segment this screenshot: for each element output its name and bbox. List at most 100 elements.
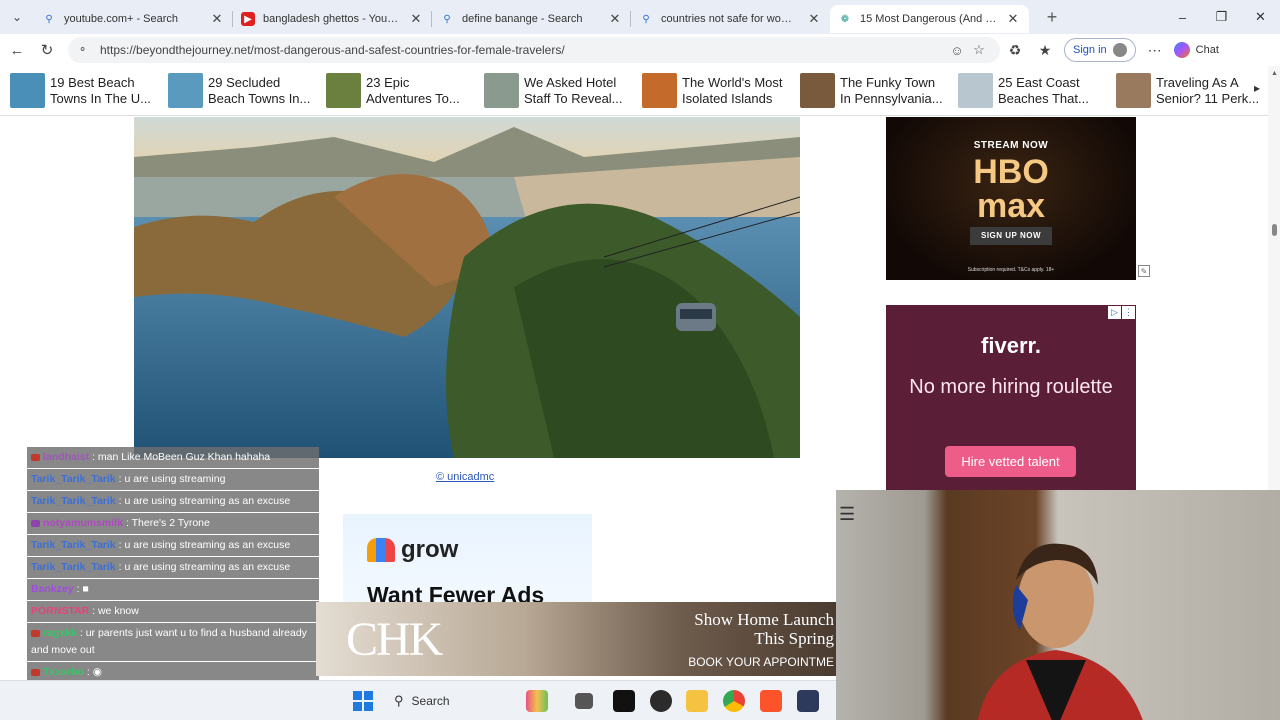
sign-in-button[interactable]: Sign in [1064,38,1136,62]
address-bar: ← ↻ ⚬ https://beyondthejourney.net/most-… [0,34,1280,66]
story-thumbnail [326,73,361,108]
copilot-icon [1173,42,1190,58]
scrollbar-thumb[interactable] [1272,224,1277,236]
fiverr-cta-button[interactable]: Hire vetted talent [945,446,1076,477]
chat-badge-icon [31,519,40,527]
tab-2[interactable]: ▶ bangladesh ghettos - YouTube ✕ [233,5,432,33]
related-card[interactable]: Traveling As A Senior? 11 Perk... [1116,73,1274,108]
close-icon[interactable]: ✕ [408,11,424,27]
emote-icon: ◉ [92,666,102,678]
related-card[interactable]: 25 East Coast Beaches That... [958,73,1116,108]
story-title-line: Adventures To... [366,90,460,106]
more-menu-icon[interactable]: ⋯ [1140,35,1170,65]
story-title-line: We Asked Hotel [524,74,617,90]
fiverr-ad[interactable]: ▷ ⋮ fiverr. No more hiring roulette Hire … [886,305,1136,491]
chat-label: Chat [1195,44,1219,56]
obs-icon[interactable] [650,690,672,712]
tab-3[interactable]: ⚲ define banange - Search ✕ [432,5,631,33]
story-title-line: Staff To Reveal... [524,90,623,106]
search-icon: ⚲ [45,13,53,25]
emote-icon: ■ [82,583,89,595]
file-explorer-icon[interactable] [686,690,708,712]
chat-username: Txxxrbo [43,666,84,678]
site-info-icon[interactable]: ⚬ [78,43,92,57]
grow-ad[interactable]: grow Want Fewer Ads [343,514,592,614]
close-icon[interactable]: ✕ [1005,11,1021,27]
minimize-icon[interactable]: – [1163,0,1202,34]
story-thumbnail [800,73,835,108]
task-view-icon[interactable] [575,693,593,709]
chat-text: : u are using streaming as an excuse [118,495,291,507]
back-button[interactable]: ← [2,35,32,65]
chat-text: : [86,666,90,678]
search-icon: ⚲ [642,13,650,25]
extensions-icon[interactable]: ♻ [1000,35,1030,65]
close-icon[interactable]: ✕ [806,11,822,27]
tab-actions-menu[interactable]: ⌄ [0,0,34,34]
app-icon-2[interactable] [797,690,819,712]
chevron-right-icon[interactable]: ▸ [1254,81,1260,95]
related-card[interactable]: The Funky Town In Pennsylvania... [800,73,958,108]
tab-1[interactable]: ⚲ youtube.com+ - Search ✕ [34,5,233,33]
chk-banner-ad[interactable]: CHK Show Home Launch This Spring BOOK YOU… [316,602,836,676]
arrow-left-icon: ← [9,41,25,59]
chrome-icon[interactable] [723,690,745,712]
close-icon[interactable]: ✕ [209,11,225,27]
story-thumbnail [10,73,45,108]
story-title-line: Beaches That... [998,90,1089,106]
star-icon[interactable]: ☆ [968,42,990,58]
story-title-line: Beach Towns In... [208,90,311,106]
related-card[interactable]: 23 Epic Adventures To... [326,73,484,108]
new-tab-button[interactable]: + [1037,2,1067,32]
close-icon[interactable]: ✕ [607,11,623,27]
brave-icon[interactable] [760,690,782,712]
adchoices-icon[interactable]: ▷ [1108,306,1121,319]
hamburger-menu-icon[interactable]: ☰ [839,504,855,525]
story-thumbnail [168,73,203,108]
story-title-line: Traveling As A [1156,74,1239,90]
story-title-line: Towns In The U... [50,90,151,106]
taskbar-search[interactable]: ⚲ Search [384,686,520,716]
chat-username: Bankzey [31,583,74,595]
chat-message: Bankzey: ■ [27,579,319,600]
chat-badge-icon [31,453,40,461]
taskbar: ⚲ Search [0,680,836,720]
related-card[interactable]: 19 Best Beach Towns In The U... [10,73,168,108]
related-card[interactable]: We Asked Hotel Staff To Reveal... [484,73,642,108]
tulips-widget-icon[interactable] [526,690,548,712]
related-stories-strip: 19 Best Beach Towns In The U... 29 Seclud… [0,66,1280,116]
related-card[interactable]: 29 Secluded Beach Towns In... [168,73,326,108]
url-field[interactable]: ⚬ https://beyondthejourney.net/most-dang… [68,37,1000,63]
ad-feedback-icon[interactable]: ✎ [1138,265,1150,277]
hbo-max-ad[interactable]: STREAM NOW HBO max SIGN UP NOW Subscript… [886,117,1136,280]
chat-message: notyamumsmilk: There's 2 Tyrone [27,513,319,534]
chat-message: ragxkk: ur parents just want u to find a… [27,623,319,661]
taskbar-search-label: Search [411,694,450,708]
story-title-line: 25 East Coast [998,74,1080,90]
hbo-signup-button[interactable]: SIGN UP NOW [970,227,1052,245]
chat-message: Tarik_Tarik_Tarik: u are using streaming… [27,491,319,512]
related-card[interactable]: The World's Most Isolated Islands [642,73,800,108]
copilot-chat-button[interactable]: Chat [1173,42,1219,58]
story-title-line: In Pennsylvania... [840,90,943,106]
tab-4[interactable]: ⚲ countries not safe for woman - Search … [631,5,830,33]
reading-mode-icon[interactable]: ☺ [946,43,968,58]
chat-text: : man Like MoBeen Guz Khan hahaha [92,451,271,463]
tab-label: 15 Most Dangerous (And 15 Safest [860,13,999,25]
ad-close-icon[interactable]: ⋮ [1122,306,1135,319]
tab-5-active[interactable]: ❁ 15 Most Dangerous (And 15 Safest ✕ [830,5,1029,33]
maximize-icon[interactable]: ❐ [1202,0,1241,34]
reload-button[interactable]: ↻ [32,35,62,65]
story-title-line: Isolated Islands [682,90,773,106]
chk-cta[interactable]: BOOK YOUR APPOINTME [688,655,834,669]
close-window-icon[interactable]: ✕ [1241,0,1280,34]
windows-start-icon[interactable] [353,691,373,711]
app-icon[interactable] [613,690,635,712]
sign-in-label: Sign in [1073,44,1107,56]
chat-text: : we know [92,605,139,617]
chat-message: landhaist: man Like MoBeen Guz Khan haha… [27,447,319,468]
photo-credit-link[interactable]: © unicadmc [436,471,494,483]
scroll-up-icon[interactable]: ▲ [1271,70,1278,77]
hbo-logo-text: HBO [973,153,1049,191]
favorites-icon[interactable]: ★ [1030,35,1060,65]
